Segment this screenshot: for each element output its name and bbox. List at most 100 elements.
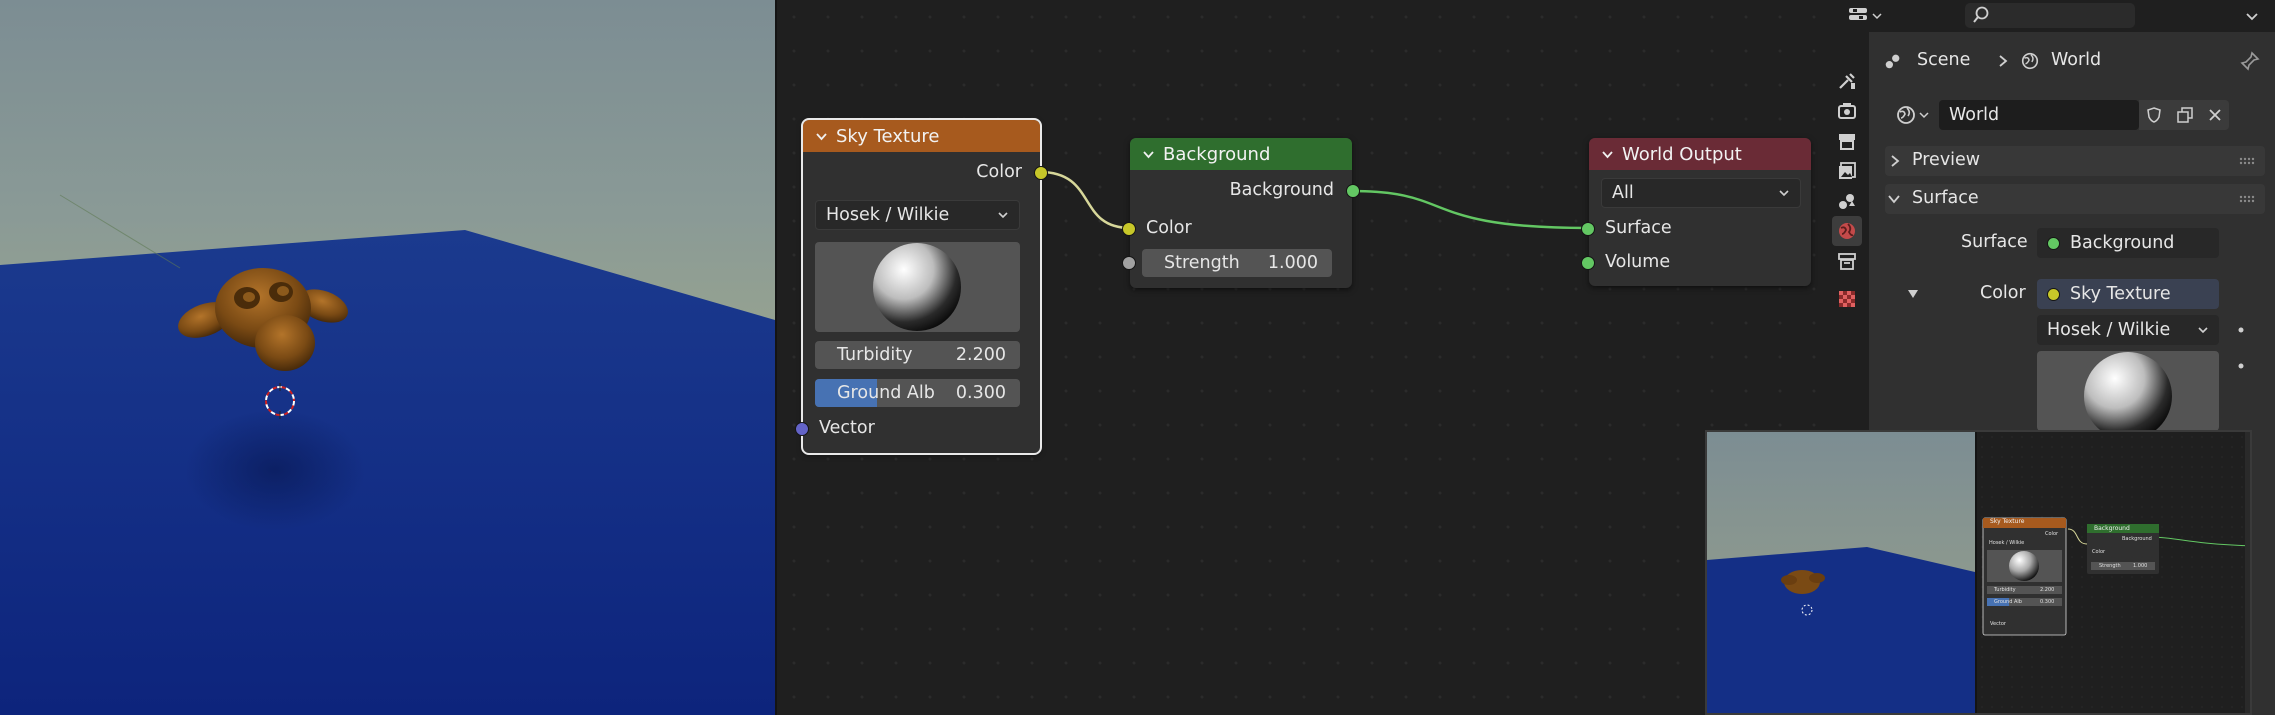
tab-scene[interactable] (1832, 186, 1862, 216)
world-name-value: World (1949, 105, 2000, 125)
thumb-ground-albedo-value: 0.300 (2040, 599, 2055, 605)
tab-render[interactable] (1832, 96, 1862, 126)
options-chevron-icon[interactable] (2245, 12, 2259, 22)
target-value: All (1612, 183, 1634, 203)
world-output-node-header[interactable]: World Output (1589, 138, 1811, 170)
keyframe-dot-icon[interactable] (2237, 326, 2245, 334)
tab-tool[interactable] (1832, 66, 1862, 96)
world-icon (1897, 106, 1915, 124)
sky-type-dropdown[interactable]: Hosek / Wilkie (2037, 315, 2219, 345)
thumb-vector: Vector (1990, 621, 2006, 627)
node-title: Sky Texture (836, 125, 940, 147)
3d-cursor-icon[interactable] (262, 383, 298, 419)
properties-editor-icon (1849, 8, 1867, 20)
surface-value: Background (2070, 233, 2175, 253)
sky-type-dropdown[interactable]: Hosek / Wilkie (815, 200, 1020, 230)
surface-panel-title: Surface (1912, 188, 1979, 208)
input-strength-socket[interactable] (1122, 256, 1136, 270)
ground-albedo-value: 0.300 (955, 383, 1006, 403)
output-background-socket[interactable] (1346, 184, 1360, 198)
sky-preview-box (2037, 351, 2219, 431)
output-color-label: Color (976, 162, 1022, 182)
surface-label: Surface (1961, 232, 2028, 252)
chevron-down-icon (1779, 190, 1789, 197)
properties-header (1825, 0, 2275, 32)
pin-icon[interactable] (2240, 51, 2260, 71)
chevron-down-icon[interactable] (1142, 148, 1155, 161)
thumb-background-title: Background (2094, 525, 2130, 532)
strength-field[interactable]: Strength 1.000 (1142, 249, 1332, 277)
sky-texture-node-header[interactable]: Sky Texture (803, 120, 1040, 152)
output-color-socket[interactable] (1034, 166, 1048, 180)
duplicate-icon[interactable] (2176, 106, 2194, 124)
view-layer-icon (1839, 162, 1856, 179)
sky-texture-node[interactable]: Sky Texture Color Hosek / Wilkie Turbidi… (795, 118, 1048, 455)
chevron-down-icon[interactable] (815, 130, 828, 143)
breadcrumb-scene[interactable]: Scene (1917, 50, 1970, 70)
chevron-right-icon (1999, 55, 2008, 67)
keyframe-dot-icon[interactable] (2237, 362, 2245, 370)
background-node[interactable]: Background Background Color Strength 1.0… (1122, 138, 1360, 288)
drag-handle-icon[interactable] (2239, 195, 2255, 203)
surface-shader-field[interactable]: Background (2037, 228, 2219, 258)
strength-value: 1.000 (1267, 253, 1318, 273)
input-volume-socket[interactable] (1581, 256, 1595, 270)
color-input-field[interactable]: Sky Texture (2037, 279, 2219, 309)
chevron-down-icon[interactable] (1601, 148, 1614, 161)
input-color-label: Color (1146, 218, 1192, 238)
world-icon (2021, 52, 2039, 70)
world-name-field[interactable]: World (1939, 100, 2139, 130)
world-icon (1839, 223, 1855, 239)
link-sky-color-to-background-color (1039, 170, 1131, 230)
output-icon (1839, 134, 1855, 150)
ground-albedo-label: Ground Alb (837, 383, 935, 403)
sky-type-value: Hosek / Wilkie (826, 205, 950, 225)
turbidity-field[interactable]: Turbidity 2.200 (815, 341, 1020, 369)
color-socket-icon (2047, 287, 2060, 301)
breadcrumb-world[interactable]: World (2051, 50, 2101, 70)
scene-icon (1885, 54, 1900, 69)
sky-type-value: Hosek / Wilkie (2047, 320, 2171, 340)
tab-texture[interactable] (1832, 284, 1862, 314)
tab-world[interactable] (1832, 216, 1862, 246)
fake-user-shield-icon[interactable] (2145, 106, 2163, 124)
tab-collection[interactable] (1832, 246, 1862, 276)
tab-view-layer[interactable] (1832, 156, 1862, 186)
shader-socket-icon (2047, 236, 2060, 250)
texture-icon (1839, 291, 1855, 307)
screenshot-thumbnail[interactable]: Sky Texture Color Hosek / Wilkie Turbidi… (1705, 430, 2252, 715)
expand-triangle-icon[interactable] (1907, 288, 1919, 300)
color-label: Color (1980, 283, 2026, 303)
thumb-strength-value: 1.000 (2133, 563, 2148, 569)
render-icon (1838, 103, 1856, 119)
input-vector-socket[interactable] (795, 422, 809, 436)
shader-node-editor[interactable]: Sky Texture Color Hosek / Wilkie Turbidi… (777, 0, 1825, 715)
close-icon[interactable] (2207, 107, 2223, 123)
chevron-down-icon (998, 212, 1008, 219)
color-value: Sky Texture (2070, 284, 2171, 304)
target-dropdown[interactable]: All (1601, 178, 1801, 208)
world-output-node[interactable]: World Output All Surface Volume (1581, 138, 1811, 286)
chevron-right-icon (1891, 155, 1900, 167)
output-background-label: Background (1229, 180, 1334, 200)
suzanne-monkey-icon[interactable] (175, 248, 350, 378)
chevron-down-icon (1919, 112, 1929, 119)
thumb-turbidity: Turbidity (1994, 587, 2016, 593)
thumb-ground-albedo: Ground Alb (1994, 599, 2022, 605)
background-node-header[interactable]: Background (1130, 138, 1352, 170)
tab-output[interactable] (1832, 126, 1862, 156)
turbidity-label: Turbidity (837, 345, 913, 365)
drag-handle-icon[interactable] (2239, 157, 2255, 165)
sky-preview-sphere-icon (873, 243, 961, 331)
editor-type-button[interactable] (1847, 4, 1887, 28)
sky-preview-sphere-icon (2084, 352, 2172, 431)
search-input[interactable] (1965, 3, 2135, 28)
sky-preview-box (815, 242, 1020, 332)
3d-viewport[interactable] (0, 0, 775, 715)
input-color-socket[interactable] (1122, 222, 1136, 236)
chevron-down-icon (1888, 195, 1900, 204)
input-surface-socket[interactable] (1581, 222, 1595, 236)
ground-albedo-slider[interactable]: Ground Alb 0.300 (815, 379, 1020, 407)
world-browse-button[interactable] (1895, 101, 1935, 129)
input-surface-label: Surface (1605, 218, 1672, 238)
